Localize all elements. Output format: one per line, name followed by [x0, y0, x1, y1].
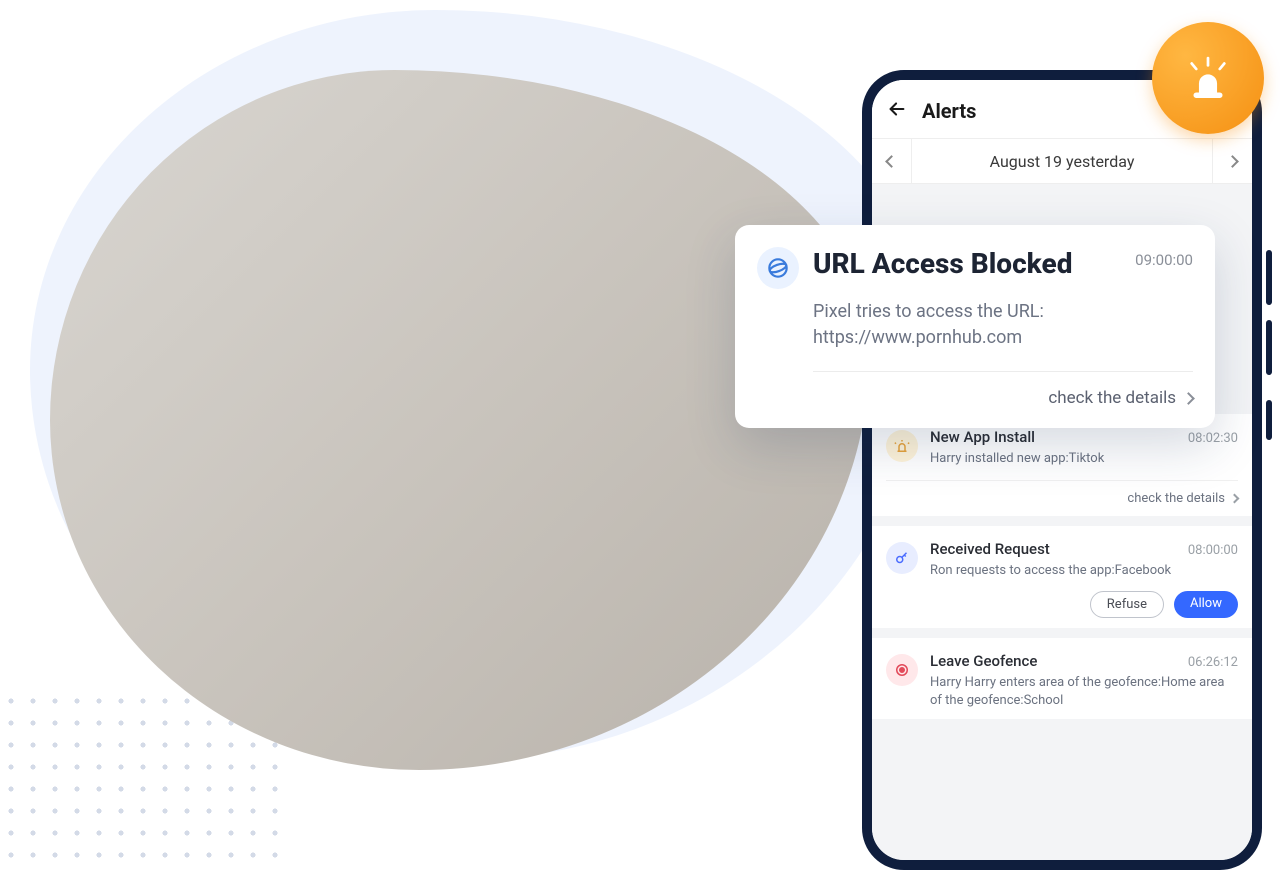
date-label: August 19 yesterday — [912, 152, 1212, 171]
alert-title: Leave Geofence — [930, 652, 1037, 670]
refuse-button[interactable]: Refuse — [1090, 591, 1164, 618]
date-prev-button[interactable] — [872, 139, 912, 183]
alarm-badge-icon — [1152, 22, 1264, 134]
globe-icon — [757, 247, 799, 289]
popout-desc: Pixel tries to access the URL: https://w… — [813, 299, 1193, 351]
check-details-link[interactable]: check the details — [757, 372, 1193, 408]
alert-desc: Ron requests to access the app:Facebook — [930, 562, 1238, 580]
bell-icon — [886, 430, 918, 462]
phone-side-button — [1266, 400, 1272, 440]
alert-item-geofence[interactable]: Leave Geofence 06:26:12 Harry Harry ente… — [872, 638, 1252, 719]
date-next-button[interactable] — [1212, 139, 1252, 183]
alert-item-new-app[interactable]: New App Install 08:02:30 Harry installed… — [872, 414, 1252, 516]
phone-screen: Alerts August 19 yesterday New App Insta… — [872, 80, 1252, 860]
key-icon — [886, 542, 918, 574]
popout-time: 09:00:00 — [1135, 251, 1193, 269]
page-title: Alerts — [922, 99, 976, 123]
chevron-right-icon — [1182, 392, 1195, 405]
alert-time: 08:00:00 — [1188, 543, 1238, 558]
popout-title: URL Access Blocked — [813, 247, 1072, 280]
check-details-link[interactable]: check the details — [886, 480, 1238, 506]
phone-side-button — [1266, 250, 1272, 305]
location-icon — [886, 654, 918, 686]
chevron-right-icon — [1230, 493, 1240, 503]
alert-item-request[interactable]: Received Request 08:00:00 Ron requests t… — [872, 526, 1252, 629]
allow-button[interactable]: Allow — [1174, 591, 1238, 618]
alert-time: 06:26:12 — [1188, 655, 1238, 670]
alert-title: New App Install — [930, 428, 1035, 446]
back-arrow-icon[interactable] — [886, 98, 908, 124]
alert-desc: Harry installed new app:Tiktok — [930, 450, 1238, 468]
date-picker: August 19 yesterday — [872, 138, 1252, 184]
alert-desc: Harry Harry enters area of the geofence:… — [930, 674, 1238, 709]
alert-time: 08:02:30 — [1188, 431, 1238, 446]
alert-title: Received Request — [930, 540, 1050, 558]
phone-frame: Alerts August 19 yesterday New App Insta… — [862, 70, 1262, 870]
phone-side-button — [1266, 320, 1272, 375]
alert-popout-card[interactable]: URL Access Blocked 09:00:00 Pixel tries … — [735, 225, 1215, 428]
